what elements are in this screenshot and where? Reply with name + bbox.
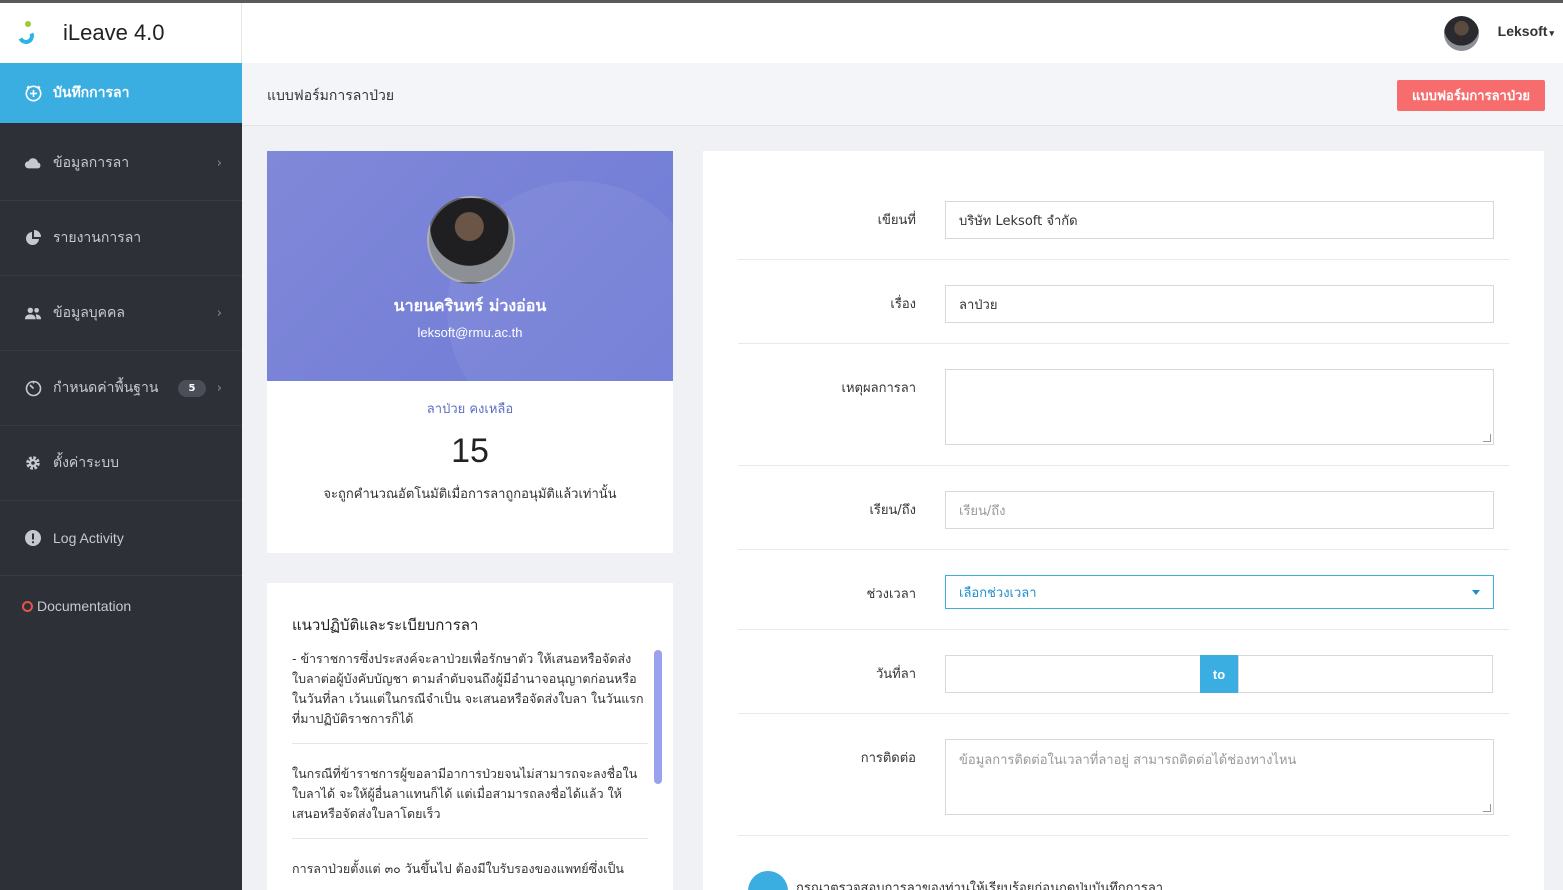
- contact-placeholder: ข้อมูลการติดต่อในเวลาที่ลาอยู่ สามารถติด…: [959, 753, 1297, 768]
- date-range-separator: to: [1200, 655, 1238, 693]
- resize-handle-icon[interactable]: [1483, 434, 1491, 442]
- chevron-right-icon: ›: [216, 305, 222, 321]
- contact-textarea[interactable]: ข้อมูลการติดต่อในเวลาที่ลาอยู่ สามารถติด…: [945, 739, 1494, 815]
- form-row-reason: เหตุผลการลา: [738, 344, 1509, 466]
- form-row-to: เรียน/ถึง เรียน/ถึง: [738, 466, 1509, 550]
- date-end-input[interactable]: [1238, 655, 1493, 693]
- sidebar-item-label: Log Activity: [53, 530, 124, 546]
- to-input[interactable]: เรียน/ถึง: [945, 491, 1494, 529]
- to-label: เรียน/ถึง: [869, 503, 916, 518]
- people-icon: [24, 304, 42, 322]
- date-range: to: [945, 655, 1494, 693]
- written-at-input[interactable]: บริษัท Leksoft จำกัด: [945, 201, 1494, 239]
- sidebar-item-documentation[interactable]: Documentation: [0, 576, 242, 636]
- profile-photo: [427, 196, 515, 284]
- leave-form: เขียนที่ บริษัท Leksoft จำกัด เรื่อง ลาป…: [703, 151, 1544, 890]
- plus-circle-icon: [24, 84, 42, 102]
- caret-down-icon: ▾: [1549, 28, 1554, 38]
- form-row-written-at: เขียนที่ บริษัท Leksoft จำกัด: [738, 181, 1509, 260]
- leave-balance-note: จะถูกคำนวณอัตโนมัติเมื่อการลาถูกอนุมัติแ…: [323, 487, 617, 502]
- scrollbar-thumb[interactable]: [654, 650, 662, 784]
- page-bar: แบบฟอร์มการลาป่วย แบบฟอร์มการลาป่วย: [242, 63, 1563, 126]
- form-row-period: ช่วงเวลา เลือกช่วงเวลา: [738, 550, 1509, 630]
- sidebar-item-leave-report[interactable]: รายงานการลา: [0, 201, 242, 276]
- form-row-contact: การติดต่อ ข้อมูลการติดต่อในเวลาที่ลาอยู่…: [738, 714, 1509, 836]
- written-at-value: บริษัท Leksoft จำกัด: [959, 213, 1078, 229]
- sidebar-item-label: บันทึกการลา: [53, 85, 130, 101]
- info-circle-icon: [748, 871, 788, 890]
- sidebar-item-leave-data[interactable]: ข้อมูลการลา ›: [0, 126, 242, 201]
- subject-value: ลาป่วย: [959, 297, 998, 313]
- form-row-subject: เรื่อง ลาป่วย: [738, 260, 1509, 344]
- user-menu[interactable]: Leksoft ▾: [1498, 23, 1554, 39]
- leave-balance-value: 15: [451, 432, 489, 470]
- subject-input[interactable]: ลาป่วย: [945, 285, 1494, 323]
- timer-icon: [24, 379, 42, 397]
- leave-balance-label: ลาป่วย คงเหลือ: [426, 402, 514, 417]
- profile-cover: นายนครินทร์ ม่วงอ่อน leksoft@rmu.ac.th: [267, 151, 673, 381]
- subject-label: เรื่อง: [890, 297, 916, 312]
- guidelines-title: แนวปฏิบัติและระเบียบการลา: [292, 616, 479, 634]
- sidebar-item-label: ข้อมูลบุคคล: [53, 305, 125, 321]
- sidebar-item-label: ตั้งค่าระบบ: [53, 455, 119, 471]
- pie-chart-icon: [24, 229, 42, 247]
- sidebar-item-system-settings[interactable]: ตั้งค่าระบบ: [0, 426, 242, 501]
- date-label: วันที่ลา: [875, 667, 916, 682]
- alert-badge-icon: [24, 529, 42, 547]
- contact-label: การติดต่อ: [860, 751, 916, 766]
- list-item: การลาป่วยตั้งแต่ ๓๐ วันขึ้นไป ต้องมีใบรั…: [292, 861, 624, 876]
- cloud-icon: [24, 154, 42, 172]
- brand[interactable]: iLeave 4.0: [0, 3, 242, 63]
- sidebar-item-log-activity[interactable]: Log Activity: [0, 501, 242, 576]
- chevron-down-icon: [1472, 590, 1480, 595]
- gear-icon: [24, 454, 42, 472]
- profile-name: นายนครินทร์ ม่วงอ่อน: [393, 296, 547, 315]
- profile-email: leksoft@rmu.ac.th: [417, 325, 523, 340]
- sidebar-item-label: ข้อมูลการลา: [53, 155, 130, 171]
- avatar[interactable]: [1444, 16, 1479, 51]
- period-label: ช่วงเวลา: [866, 587, 916, 602]
- written-at-label: เขียนที่: [877, 213, 916, 228]
- sidebar-item-label: Documentation: [37, 598, 132, 614]
- confirm-note: กรุณาตรวจสอบการลาของท่านให้เรียบร้อยก่อน…: [748, 871, 1163, 890]
- count-badge: 5: [178, 379, 206, 397]
- form-row-date: วันที่ลา to: [738, 630, 1509, 714]
- guidelines-list: - ข้าราชการซึ่งประสงค์จะลาป่วยเพื่อรักษา…: [292, 649, 648, 890]
- resize-handle-icon[interactable]: [1483, 804, 1491, 812]
- ring-icon: [22, 600, 33, 612]
- user-name: Leksoft: [1497, 23, 1548, 39]
- sick-leave-form-button[interactable]: แบบฟอร์มการลาป่วย: [1397, 80, 1545, 111]
- profile-card: นายนครินทร์ ม่วงอ่อน leksoft@rmu.ac.th ล…: [267, 151, 673, 553]
- chevron-right-icon: ›: [216, 155, 222, 171]
- reason-label: เหตุผลการลา: [841, 381, 916, 396]
- period-select[interactable]: เลือกช่วงเวลา: [945, 575, 1494, 609]
- sidebar: iLeave 4.0 บันทึกการลา ข้อมูลการลา › ราย…: [0, 3, 242, 890]
- sidebar-item-leave-record[interactable]: บันทึกการลา: [0, 63, 242, 123]
- sidebar-item-basic-settings[interactable]: กำหนดค่าพื้นฐาน 5 ›: [0, 351, 242, 426]
- reason-textarea[interactable]: [945, 369, 1494, 445]
- sidebar-item-personnel[interactable]: ข้อมูลบุคคล ›: [0, 276, 242, 351]
- guidelines-card: แนวปฏิบัติและระเบียบการลา - ข้าราชการซึ่…: [267, 583, 673, 890]
- confirm-note-text: กรุณาตรวจสอบการลาของท่านให้เรียบร้อยก่อน…: [796, 880, 1164, 890]
- list-item: ในกรณีที่ข้าราชการผู้ขอลามีอาการป่วยจนไม…: [292, 764, 648, 839]
- app-logo-icon: [15, 21, 38, 47]
- sidebar-item-label: กำหนดค่าพื้นฐาน: [53, 380, 159, 396]
- period-selected-value: เลือกช่วงเวลา: [959, 585, 1037, 601]
- to-placeholder: เรียน/ถึง: [959, 503, 1006, 519]
- list-item: - ข้าราชการซึ่งประสงค์จะลาป่วยเพื่อรักษา…: [292, 649, 648, 744]
- page-title: แบบฟอร์มการลาป่วย: [267, 88, 395, 104]
- app-title: iLeave 4.0: [63, 20, 165, 45]
- sidebar-item-label: รายงานการลา: [53, 230, 142, 246]
- date-start-input[interactable]: [945, 655, 1201, 693]
- top-header: Leksoft ▾: [242, 3, 1563, 63]
- chevron-right-icon: ›: [216, 380, 222, 396]
